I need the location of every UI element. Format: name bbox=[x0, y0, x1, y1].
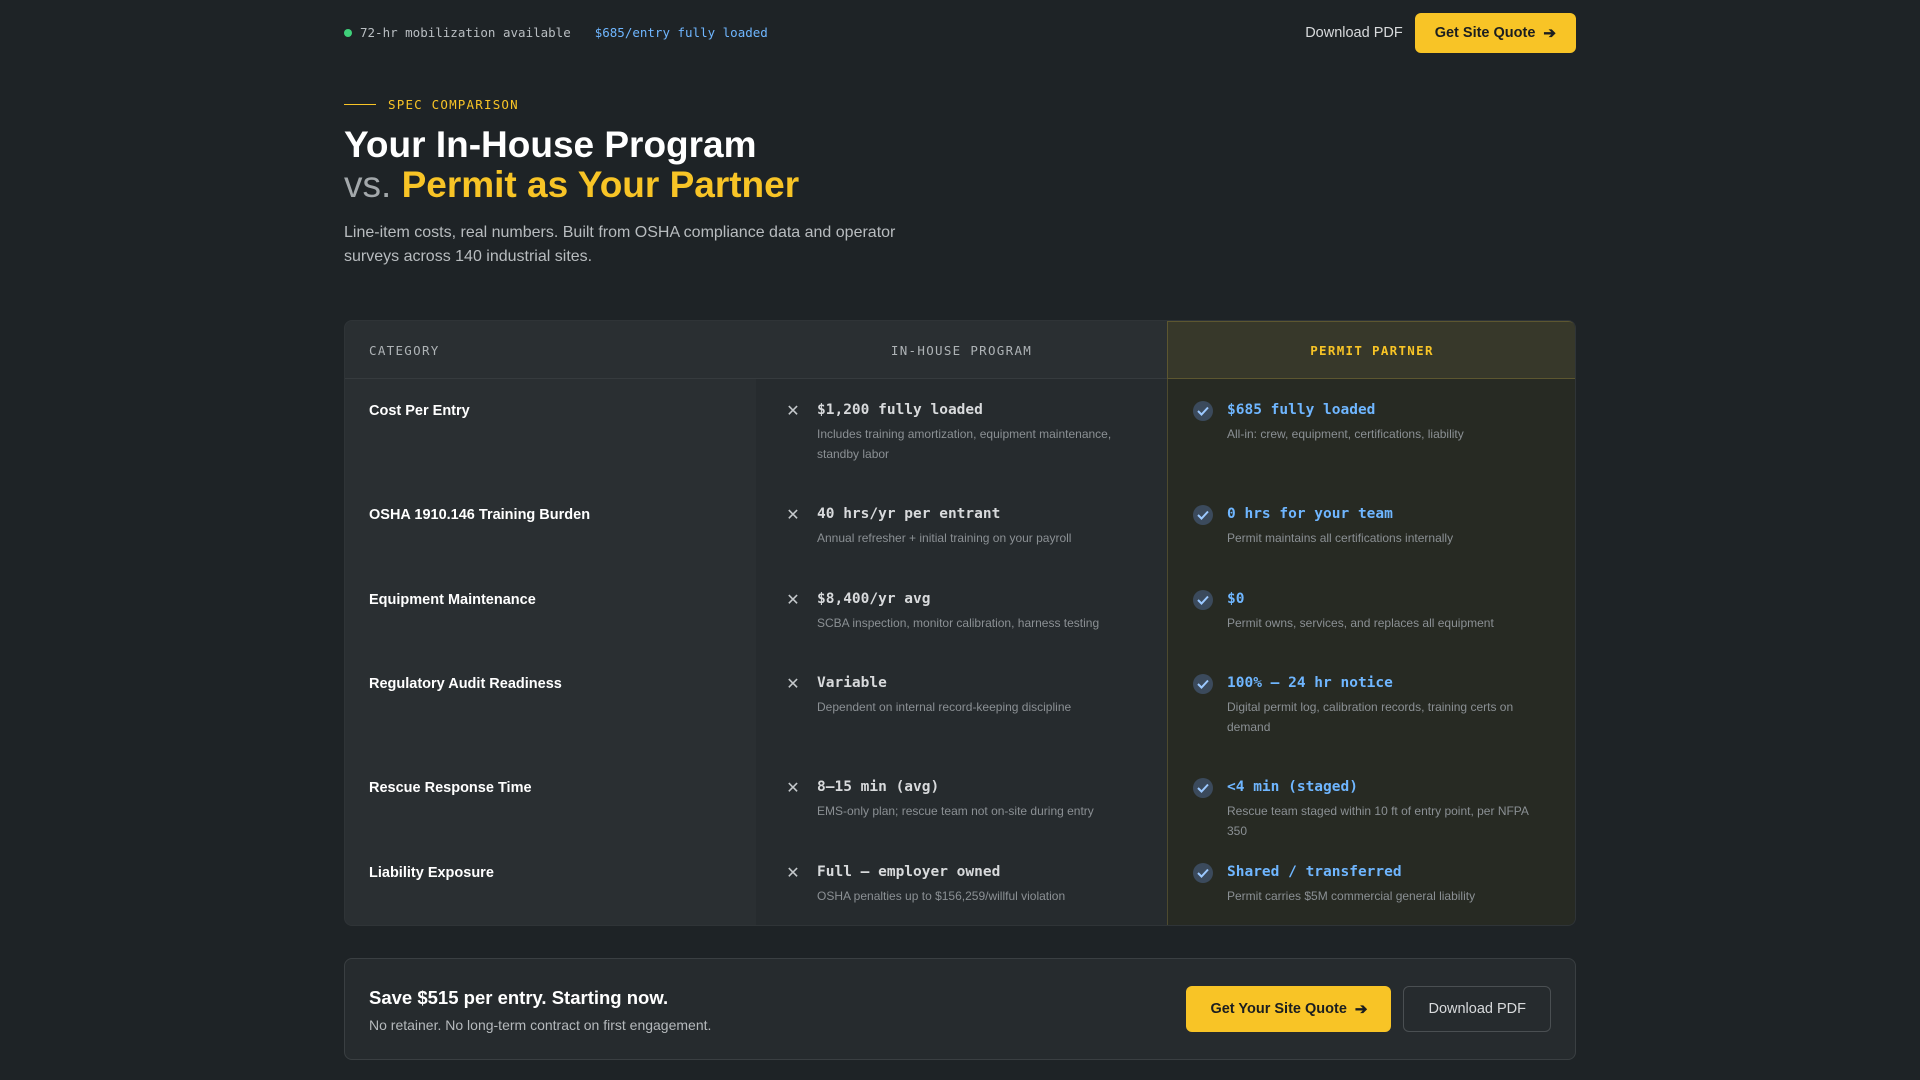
cta-title: Save $515 per entry. Starting now. bbox=[369, 987, 669, 1008]
cta-actions: Get Your Site Quote ➔ Download PDF bbox=[1186, 986, 1551, 1032]
comparison-table: CATEGORY IN-HOUSE PROGRAM PERMIT PARTNER… bbox=[344, 320, 1576, 926]
in-house-value: Full — employer owned bbox=[817, 864, 1001, 880]
cta-banner: Save $515 per entry. Starting now. No re… bbox=[344, 958, 1576, 1060]
page-title: Your In-House Program vs. Permit as Your… bbox=[344, 125, 1576, 205]
check-icon bbox=[1193, 505, 1213, 525]
partner-note: Permit maintains all certifications inte… bbox=[1227, 531, 1454, 545]
row-category: Regulatory Audit Readiness bbox=[369, 676, 562, 692]
price-summary: $685/entry fully loaded bbox=[594, 25, 768, 40]
partner-cell: $685 fully loaded All-in: crew, equipmen… bbox=[1193, 401, 1523, 444]
get-site-quote-label: Get Site Quote bbox=[1434, 25, 1536, 41]
x-icon: ✕ bbox=[786, 865, 800, 882]
get-site-quote-button[interactable]: Get Site Quote ➔ bbox=[1414, 13, 1576, 53]
x-icon: ✕ bbox=[786, 507, 800, 524]
cta-subtitle: No retainer. No long-term contract on fi… bbox=[369, 1017, 712, 1033]
partner-note: Digital permit log, calibration records,… bbox=[1227, 700, 1514, 734]
partner-cell: <4 min (staged) Rescue team staged withi… bbox=[1193, 778, 1528, 841]
partner-cell: 0 hrs for your team Permit maintains all… bbox=[1193, 505, 1523, 548]
in-house-cell: ✕ Variable Dependent on internal record-… bbox=[783, 674, 1113, 717]
status-dot-icon bbox=[344, 28, 352, 37]
check-icon bbox=[1193, 778, 1213, 798]
eyebrow: SPEC COMPARISON bbox=[344, 97, 1576, 112]
mobilization-status: 72-hr mobilization available bbox=[360, 25, 571, 40]
download-pdf-link[interactable]: Download PDF bbox=[1305, 25, 1403, 41]
x-icon: ✕ bbox=[786, 676, 800, 693]
partner-cell: $0 Permit owns, services, and replaces a… bbox=[1193, 590, 1523, 633]
partner-cell: Shared / transferred Permit carries $5M … bbox=[1193, 863, 1523, 906]
page-subtitle: Line-item costs, real numbers. Built fro… bbox=[344, 224, 896, 265]
row-category: Liability Exposure bbox=[369, 865, 494, 881]
in-house-note: OSHA penalties up to $156,259/willful vi… bbox=[817, 889, 1066, 903]
row-category: Cost Per Entry bbox=[369, 403, 470, 419]
get-your-site-quote-button[interactable]: Get Your Site Quote ➔ bbox=[1186, 986, 1392, 1032]
in-house-value: Variable bbox=[817, 675, 887, 691]
partner-note: Rescue team staged within 10 ft of entry… bbox=[1227, 804, 1529, 838]
partner-cell: 100% — 24 hr notice Digital permit log, … bbox=[1193, 674, 1523, 737]
header-partner: PERMIT PARTNER bbox=[1167, 321, 1575, 379]
in-house-value: $1,200 fully loaded bbox=[817, 402, 983, 418]
in-house-cell: ✕ Full — employer owned OSHA penalties u… bbox=[783, 863, 1113, 906]
title-accent: Permit as Your Partner bbox=[401, 164, 800, 205]
header-category: CATEGORY bbox=[369, 342, 440, 358]
check-icon bbox=[1193, 674, 1213, 694]
page: 72-hr mobilization available $685/entry … bbox=[344, 0, 1576, 1060]
x-icon: ✕ bbox=[786, 403, 800, 420]
in-house-value: $8,400/yr avg bbox=[817, 591, 931, 607]
eyebrow-line bbox=[344, 104, 376, 105]
partner-value: <4 min (staged) bbox=[1227, 779, 1358, 795]
in-house-cell: ✕ 8–15 min (avg) EMS-only plan; rescue t… bbox=[783, 778, 1113, 821]
get-your-site-quote-label: Get Your Site Quote bbox=[1210, 1001, 1347, 1017]
in-house-cell: ✕ $8,400/yr avg SCBA inspection, monitor… bbox=[783, 590, 1113, 633]
in-house-note: Annual refresher + initial training on y… bbox=[817, 531, 1072, 545]
x-icon: ✕ bbox=[786, 592, 800, 609]
title-line-1: Your In-House Program bbox=[344, 124, 757, 165]
title-vs: vs. bbox=[344, 164, 392, 205]
eyebrow-text: SPEC COMPARISON bbox=[388, 97, 519, 112]
check-icon bbox=[1193, 590, 1213, 610]
arrow-right-icon: ➔ bbox=[1354, 1001, 1368, 1018]
partner-value: 0 hrs for your team bbox=[1227, 506, 1393, 522]
top-bar: 72-hr mobilization available $685/entry … bbox=[344, 0, 1576, 66]
check-icon bbox=[1193, 863, 1213, 883]
partner-value: $685 fully loaded bbox=[1227, 402, 1376, 418]
partner-note: All-in: crew, equipment, certifications,… bbox=[1227, 427, 1464, 441]
in-house-value: 40 hrs/yr per entrant bbox=[817, 506, 1001, 522]
partner-value: 100% — 24 hr notice bbox=[1227, 675, 1393, 691]
row-category: Equipment Maintenance bbox=[369, 592, 536, 608]
partner-note: Permit carries $5M commercial general li… bbox=[1227, 889, 1476, 903]
in-house-note: Includes training amortization, equipmen… bbox=[817, 427, 1112, 461]
partner-note: Permit owns, services, and replaces all … bbox=[1227, 616, 1494, 630]
in-house-note: SCBA inspection, monitor calibration, ha… bbox=[817, 616, 1100, 630]
top-actions: Download PDF Get Site Quote ➔ bbox=[1305, 13, 1576, 53]
arrow-right-icon: ➔ bbox=[1543, 25, 1556, 42]
in-house-cell: ✕ $1,200 fully loaded Includes training … bbox=[783, 401, 1113, 464]
partner-value: $0 bbox=[1227, 591, 1245, 607]
x-icon: ✕ bbox=[786, 780, 800, 797]
hero: SPEC COMPARISON Your In-House Program vs… bbox=[344, 97, 1576, 269]
in-house-cell: ✕ 40 hrs/yr per entrant Annual refresher… bbox=[783, 505, 1113, 548]
download-pdf-button[interactable]: Download PDF bbox=[1403, 986, 1551, 1032]
header-in-house: IN-HOUSE PROGRAM bbox=[890, 342, 1033, 358]
check-icon bbox=[1193, 401, 1213, 421]
row-category: Rescue Response Time bbox=[369, 780, 532, 796]
row-category: OSHA 1910.146 Training Burden bbox=[369, 507, 591, 523]
partner-value: Shared / transferred bbox=[1227, 864, 1402, 880]
status-strip: 72-hr mobilization available $685/entry … bbox=[344, 25, 768, 40]
in-house-value: 8–15 min (avg) bbox=[817, 779, 940, 795]
in-house-note: Dependent on internal record-keeping dis… bbox=[817, 700, 1072, 714]
in-house-note: EMS-only plan; rescue team not on-site d… bbox=[817, 804, 1094, 818]
